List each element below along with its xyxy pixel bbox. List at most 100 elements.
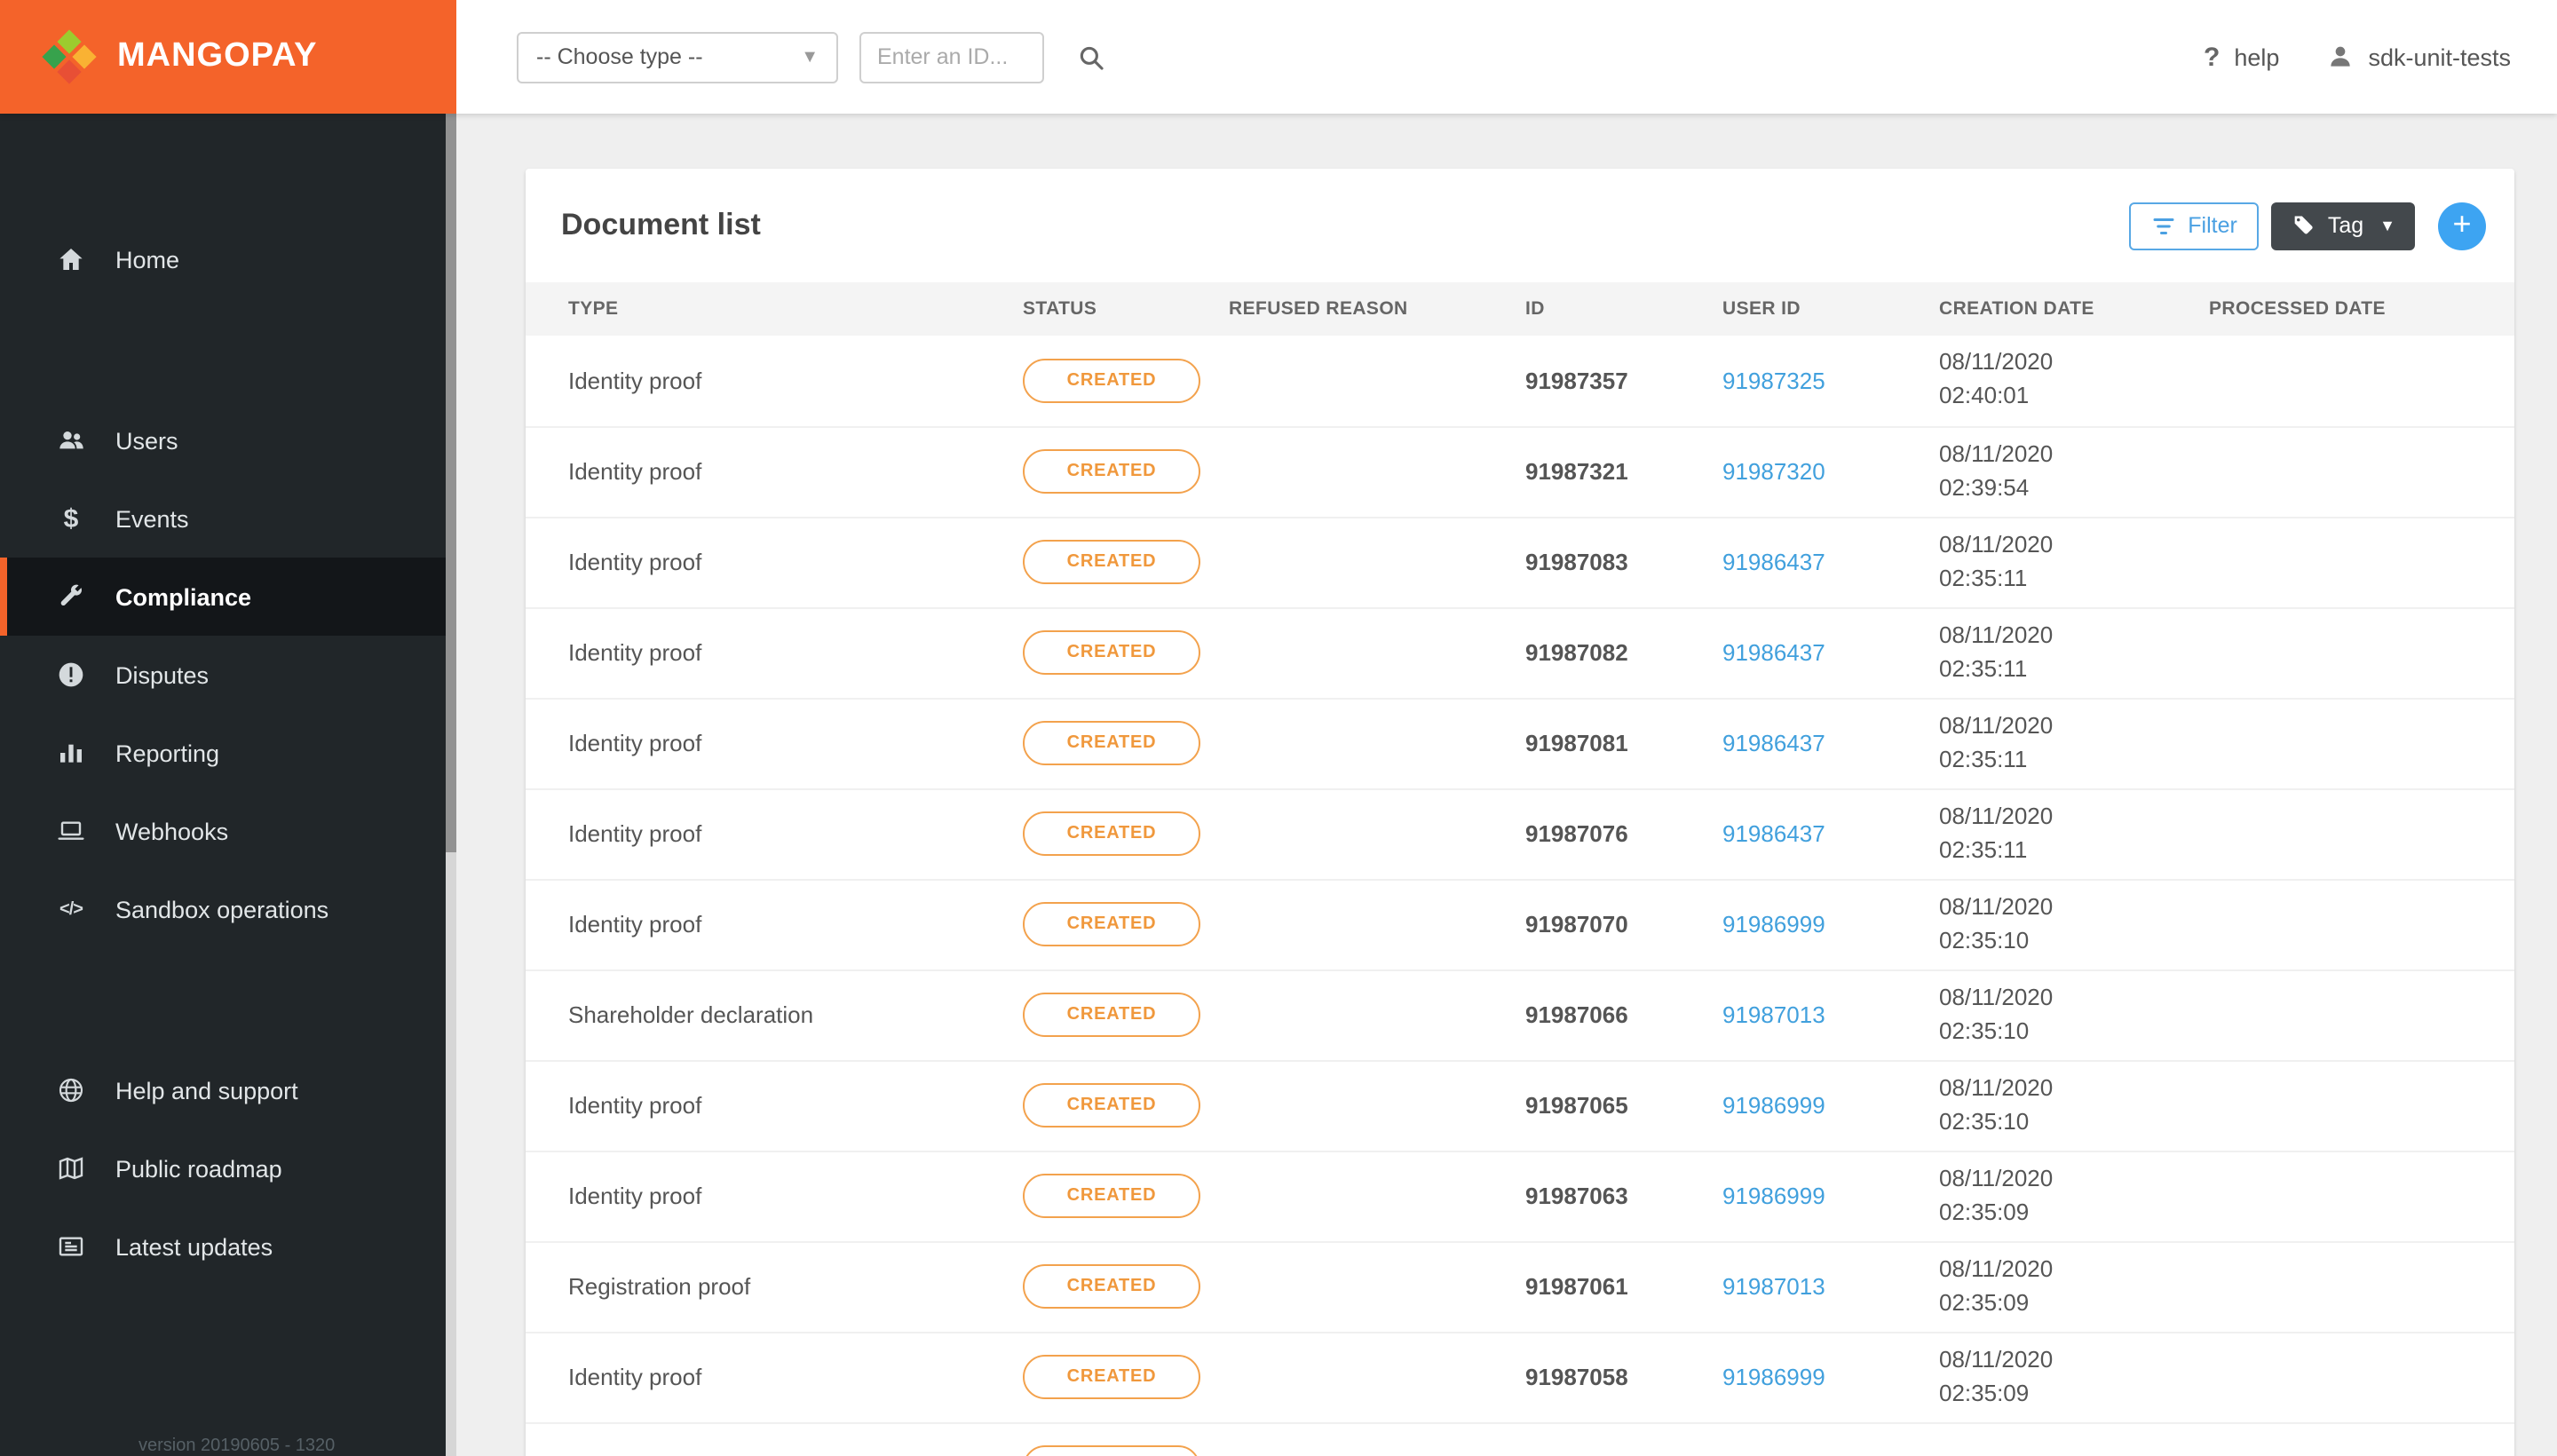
home-icon: [53, 245, 89, 273]
user-id-link[interactable]: 91986437: [1722, 549, 1825, 575]
sidebar-item-home[interactable]: Home: [0, 220, 456, 298]
mangopay-diamond-icon: [42, 29, 97, 84]
table-row[interactable]: Identity proof CREATED 91987070 91986999…: [526, 879, 2514, 969]
table-row[interactable]: Identity proof CREATED 91987063 91986999…: [526, 1151, 2514, 1241]
help-link[interactable]: ? help: [2204, 42, 2279, 72]
brand-logo[interactable]: MANGOPAY: [0, 0, 456, 114]
cell-creation-date: 08/11/2020 02:35:11: [1939, 621, 2054, 681]
globe-icon: [53, 1076, 89, 1104]
user-id-link[interactable]: 91986999: [1722, 1364, 1825, 1390]
wrench-icon: [53, 582, 89, 611]
topbar-right: ? help sdk-unit-tests: [2204, 42, 2557, 72]
sidebar-item-public-roadmap[interactable]: Public roadmap: [0, 1129, 456, 1207]
table-row[interactable]: Identity proof CREATED 91987076 91986437…: [526, 788, 2514, 879]
col-header-type: TYPE: [526, 282, 1009, 336]
cell-processed-date: [2195, 517, 2514, 607]
cell-id: 91987070: [1525, 911, 1628, 938]
user-menu[interactable]: sdk-unit-tests: [2325, 43, 2511, 71]
id-search-input[interactable]: [859, 31, 1044, 83]
table-row[interactable]: Identity proof CREATED 91987065 91986999…: [526, 1060, 2514, 1151]
cell-refused-reason: [1215, 1060, 1511, 1151]
table-row[interactable]: Identity proof CREATED 91987081 91986437…: [526, 698, 2514, 788]
sidebar-item-sandbox-operations[interactable]: </> Sandbox operations: [0, 870, 456, 948]
cell-type: Identity proof: [568, 1092, 702, 1119]
cell-processed-date: [2195, 1060, 2514, 1151]
sidebar-item-disputes[interactable]: Disputes: [0, 636, 456, 714]
table-row[interactable]: Identity proof CREATED 91987083 91986437…: [526, 517, 2514, 607]
cell-refused-reason: [1215, 698, 1511, 788]
user-id-link[interactable]: 91987013: [1722, 1273, 1825, 1300]
user-id-link[interactable]: 91986437: [1722, 820, 1825, 847]
bar-chart-icon: [53, 739, 89, 767]
search-icon: [1080, 45, 1104, 69]
cell-processed-date: [2195, 607, 2514, 698]
sidebar-item-compliance[interactable]: Compliance: [0, 558, 456, 636]
table-row[interactable]: Identity proof CREATED 91987058 91986999…: [526, 1332, 2514, 1422]
table-row[interactable]: Identity proof CREATED 91987321 91987320…: [526, 426, 2514, 517]
sidebar-item-reporting[interactable]: Reporting: [0, 714, 456, 792]
user-id-link[interactable]: 91986999: [1722, 1092, 1825, 1119]
user-id-link[interactable]: 91986437: [1722, 730, 1825, 756]
sidebar-item-label: Sandbox operations: [115, 896, 329, 922]
table-row[interactable]: Shareholder declaration CREATED 91987066…: [526, 969, 2514, 1060]
sidebar-nav: Home Users $ Events Compliance Disputes …: [0, 220, 456, 1286]
cell-type: Identity proof: [568, 458, 702, 485]
col-header-id: ID: [1511, 282, 1708, 336]
cell-refused-reason: [1215, 1151, 1511, 1241]
filter-button[interactable]: Filter: [2129, 202, 2259, 249]
status-badge: CREATED: [1023, 1083, 1200, 1128]
chevron-down-icon: ▼: [801, 47, 819, 67]
col-header-processed-date: PROCESSED DATE: [2195, 282, 2514, 336]
cell-refused-reason: [1215, 1422, 1511, 1456]
sidebar-scrollbar[interactable]: [446, 114, 456, 852]
cell-type: Shareholder declaration: [568, 1001, 814, 1028]
user-id-link[interactable]: 91987320: [1722, 458, 1825, 485]
add-document-button[interactable]: +: [2438, 202, 2486, 249]
col-header-creation-date: CREATION DATE: [1925, 282, 2195, 336]
cell-creation-date: 08/11/2020 02:35:11: [1939, 530, 2054, 590]
user-id-link[interactable]: 91986999: [1722, 1183, 1825, 1209]
tag-button[interactable]: Tag ▼: [2270, 202, 2415, 249]
sidebar-item-users[interactable]: Users: [0, 401, 456, 479]
table-row[interactable]: Identity proof CREATED 91987357 91987325…: [526, 336, 2514, 426]
cell-type: Identity proof: [526, 1422, 1009, 1456]
search-button[interactable]: [1076, 42, 1106, 72]
sidebar-item-label: Home: [115, 246, 180, 273]
status-badge: CREATED: [1023, 1445, 1200, 1456]
table-row[interactable]: Identity proof CREATED 91987082 91986437…: [526, 607, 2514, 698]
user-id-link[interactable]: 91987325: [1722, 368, 1825, 394]
status-badge: CREATED: [1023, 540, 1200, 584]
type-select[interactable]: -- Choose type -- ▼: [517, 31, 838, 83]
cell-processed-date: [2195, 1241, 2514, 1332]
cell-processed-date: [2195, 1151, 2514, 1241]
user-id-link[interactable]: 91987013: [1722, 1001, 1825, 1028]
user-id-link[interactable]: 91986999: [1722, 911, 1825, 938]
version-label: version 20190605 - 1320: [139, 1436, 336, 1456]
cell-refused-reason: [1215, 788, 1511, 879]
chevron-down-icon: ▼: [2379, 217, 2395, 234]
cell-type: Identity proof: [568, 911, 702, 938]
document-table: TYPE STATUS REFUSED REASON ID USER ID CR…: [526, 282, 2514, 1456]
tag-icon: [2294, 216, 2313, 234]
cell-id: 91987066: [1525, 1001, 1628, 1028]
status-badge: CREATED: [1023, 630, 1200, 675]
cell-id: 91987061: [1525, 1273, 1628, 1300]
sidebar-item-latest-updates[interactable]: Latest updates: [0, 1207, 456, 1286]
sidebar-item-events[interactable]: $ Events: [0, 479, 456, 558]
sidebar-item-help-and-support[interactable]: Help and support: [0, 1051, 456, 1129]
cell-type: Identity proof: [568, 549, 702, 575]
status-badge: CREATED: [1023, 1174, 1200, 1218]
table-row[interactable]: Identity proof CREATED 08/11/2020: [526, 1422, 2514, 1456]
sidebar-item-webhooks[interactable]: Webhooks: [0, 792, 456, 870]
user-id-link[interactable]: 91986437: [1722, 639, 1825, 666]
cell-refused-reason: [1215, 879, 1511, 969]
filter-icon: [2153, 218, 2174, 233]
cell-type: Registration proof: [568, 1273, 751, 1300]
table-row[interactable]: Registration proof CREATED 91987061 9198…: [526, 1241, 2514, 1332]
cell-creation-date: 08/11/2020: [1925, 1422, 2195, 1456]
cell-id: 91987083: [1525, 549, 1628, 575]
cell-processed-date: [2195, 879, 2514, 969]
username-label: sdk-unit-tests: [2368, 44, 2511, 70]
cell-processed-date: [2195, 1422, 2514, 1456]
cell-type: Identity proof: [568, 730, 702, 756]
